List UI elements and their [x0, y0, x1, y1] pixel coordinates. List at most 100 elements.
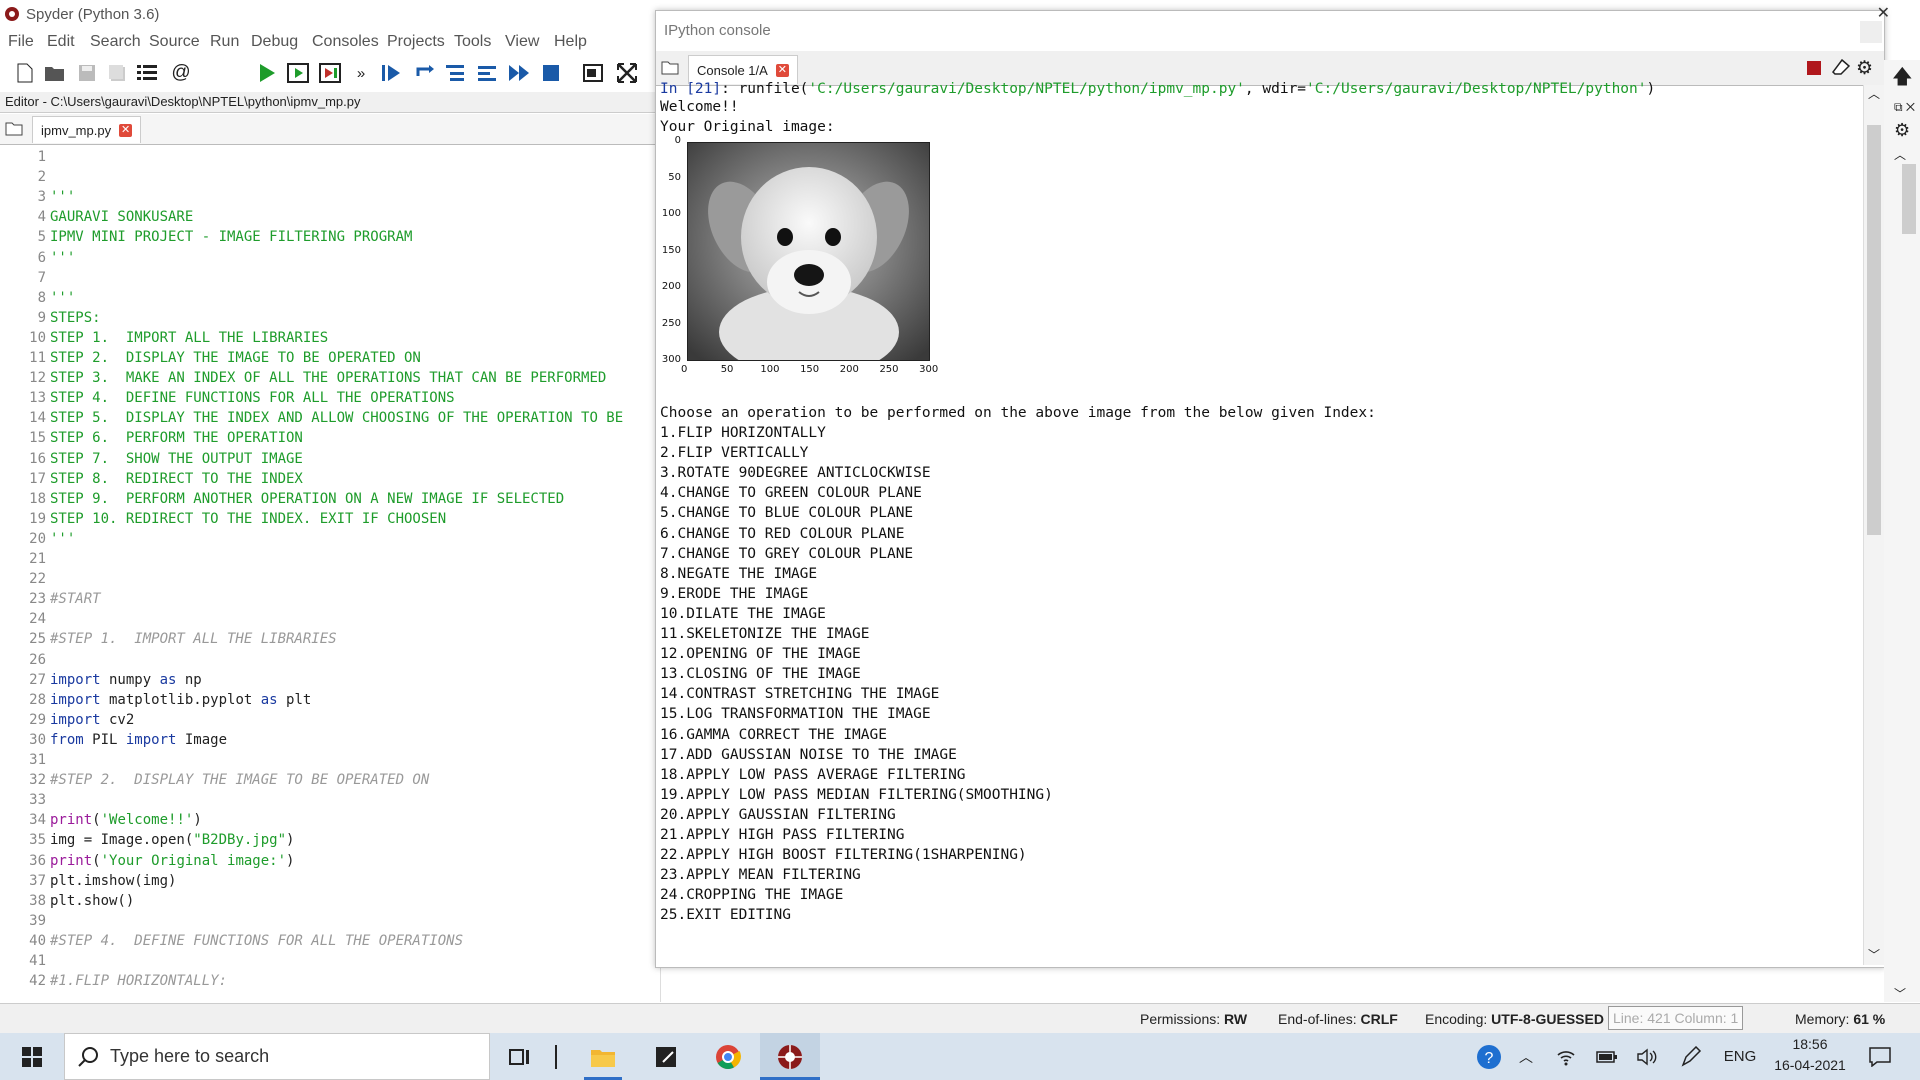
memory-value: 61 % — [1853, 1011, 1886, 1027]
menu-tools[interactable]: Tools — [454, 33, 491, 51]
task-view-icon[interactable] — [502, 1033, 538, 1080]
menu-projects[interactable]: Projects — [387, 33, 445, 51]
browse-tabs-icon[interactable] — [134, 60, 160, 86]
run-cell-icon[interactable] — [286, 60, 312, 86]
notes-app-icon[interactable] — [651, 1033, 681, 1080]
file-explorer-icon[interactable] — [588, 1033, 618, 1080]
chevron-up-icon[interactable]: ︿ — [1512, 1033, 1540, 1080]
save-all-icon[interactable] — [104, 60, 130, 86]
browse-tabs-folder-icon[interactable] — [5, 121, 23, 140]
code-line: STEP 10. REDIRECT TO THE INDEX. EXIT IF … — [50, 510, 447, 527]
scrollbar-thumb[interactable] — [1902, 164, 1916, 234]
operation-option: 4.CHANGE TO GREEN COLOUR PLANE — [660, 485, 922, 502]
line-number: 30 — [29, 731, 46, 748]
step-icon[interactable] — [412, 60, 438, 86]
save-icon[interactable] — [74, 60, 100, 86]
maximize-pane-icon[interactable] — [580, 60, 606, 86]
close-pane-icon[interactable]: ✕ — [1877, 3, 1890, 23]
browse-consoles-folder-icon[interactable] — [661, 60, 679, 79]
line-number: 4 — [37, 209, 46, 226]
scroll-up-icon[interactable]: ︿ — [1868, 85, 1880, 102]
run-icon[interactable] — [254, 60, 280, 86]
notifications-icon[interactable] — [1862, 1033, 1898, 1080]
undock-icon[interactable]: ⧉ ✕ — [1894, 100, 1915, 115]
line-number: 5 — [37, 229, 46, 246]
gear-icon[interactable]: ⚙ — [1856, 57, 1873, 80]
code-line: ''' — [50, 249, 76, 266]
language-indicator[interactable]: ENG — [1720, 1033, 1760, 1080]
menu-edit[interactable]: Edit — [47, 33, 75, 51]
menu-run[interactable]: Run — [210, 33, 239, 51]
help-icon[interactable]: ? — [1474, 1033, 1504, 1080]
volume-icon[interactable] — [1632, 1033, 1662, 1080]
menu-search[interactable]: Search — [90, 33, 141, 51]
line-number: 37 — [29, 872, 46, 889]
scroll-up-icon[interactable]: ︿ — [1894, 146, 1906, 163]
console-tab[interactable]: Console 1/A ✕ — [688, 55, 798, 84]
at-icon[interactable]: @ — [168, 60, 194, 86]
y-tick-label: 100 — [661, 208, 681, 219]
open-file-icon[interactable] — [42, 60, 68, 86]
spyder-taskbar-icon[interactable] — [760, 1033, 820, 1080]
continue-icon[interactable] — [506, 60, 532, 86]
console-vertical-scrollbar[interactable]: ︿ ﹀ — [1863, 85, 1884, 965]
code-line: import numpy as np — [50, 671, 202, 688]
line-number: 11 — [29, 350, 46, 366]
step-into-icon[interactable] — [442, 60, 468, 86]
line-number: 24 — [29, 611, 46, 628]
line-number: 1 — [37, 149, 46, 165]
scroll-down-icon[interactable]: ﹀ — [1894, 985, 1906, 1002]
close-icon[interactable]: ✕ — [119, 123, 133, 137]
encoding-label: Encoding: — [1425, 1011, 1488, 1027]
menu-view[interactable]: View — [505, 33, 539, 51]
step-return-icon[interactable] — [474, 60, 500, 86]
code-line: img = Image.open("B2DBy.jpg") — [50, 832, 295, 849]
chrome-icon[interactable] — [711, 1033, 745, 1080]
wifi-icon[interactable] — [1552, 1033, 1580, 1080]
code-line: #START — [50, 591, 101, 608]
stop-debug-icon[interactable] — [538, 60, 564, 86]
spyder-icon — [5, 7, 19, 21]
arrow-up-icon[interactable]: 🡅 — [1892, 62, 1913, 96]
x-tick-label: 150 — [800, 364, 820, 375]
x-tick-label: 300 — [919, 364, 939, 375]
fullscreen-icon[interactable] — [614, 60, 640, 86]
scrollbar-thumb[interactable] — [1867, 125, 1881, 535]
taskbar-search-box[interactable]: Type here to search — [64, 1033, 490, 1080]
menu-source[interactable]: Source — [149, 33, 200, 51]
clock-date: 16-04-2021 — [1774, 1057, 1846, 1073]
memory-label: Memory: — [1795, 1011, 1850, 1027]
new-file-icon[interactable] — [12, 60, 38, 86]
menu-consoles[interactable]: Consoles — [312, 33, 379, 51]
editor-tab[interactable]: ipmv_mp.py ✕ — [32, 116, 142, 143]
run-cell-advance-icon[interactable] — [318, 60, 344, 86]
line-number: 21 — [29, 551, 46, 567]
menu-help[interactable]: Help — [554, 33, 587, 51]
clock[interactable]: 18:56 16-04-2021 — [1770, 1036, 1850, 1078]
console-output[interactable]: In [21]: runfile('C:/Users/gauravi/Deskt… — [660, 81, 1855, 961]
operation-option: 24.CROPPING THE IMAGE — [660, 887, 844, 904]
plot-frame — [687, 142, 930, 361]
gear-icon[interactable]: ⚙ — [1894, 120, 1910, 141]
debug-icon[interactable] — [378, 60, 404, 86]
more-icon[interactable]: » — [348, 60, 374, 86]
line-number: 22 — [29, 571, 46, 588]
eraser-icon[interactable] — [1832, 58, 1851, 79]
close-icon[interactable]: ✕ — [775, 63, 789, 77]
scroll-down-icon[interactable]: ﹀ — [1868, 946, 1880, 963]
menu-debug[interactable]: Debug — [251, 33, 298, 51]
operation-option: 20.APPLY GAUSSIAN FILTERING — [660, 806, 896, 823]
code-line: #STEP 2. DISPLAY THE IMAGE TO BE OPERATE… — [50, 772, 430, 789]
menu-file[interactable]: File — [8, 33, 34, 51]
y-tick-label: 0 — [674, 135, 681, 146]
code-editor[interactable]: 1 2 3 4 5 6 7 8 9 10 11 12 13 14 15 16 17 18 19 20 21 22 23 24 2… — [0, 146, 661, 1002]
battery-icon[interactable] — [1592, 1033, 1622, 1080]
pen-icon[interactable] — [1676, 1033, 1706, 1080]
windows-start-icon[interactable] — [14, 1033, 50, 1080]
undock-icon[interactable] — [1860, 21, 1882, 43]
editor-path: Editor - C:\Users\gauravi\Desktop\NPTEL\… — [5, 94, 361, 109]
x-tick-label: 200 — [839, 364, 859, 375]
operation-option: 1.FLIP HORIZONTALLY — [660, 425, 826, 441]
line-number: 18 — [29, 490, 46, 507]
stop-kernel-icon[interactable] — [1806, 60, 1822, 80]
